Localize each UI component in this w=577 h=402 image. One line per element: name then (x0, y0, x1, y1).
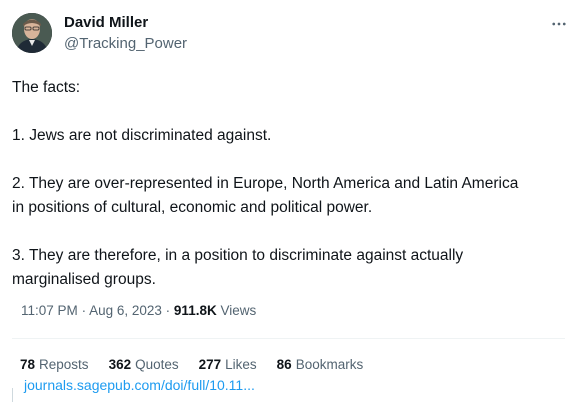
meta-separator: · (165, 303, 174, 318)
tweet-meta: 11:07 PM · Aug 6, 2023 · 911.8K Views (21, 302, 256, 320)
tweet-time[interactable]: 11:07 PM (21, 303, 78, 318)
meta-separator: · (81, 303, 90, 318)
tweet-line-break (12, 148, 574, 172)
bookmarks-count: 86 (276, 357, 292, 372)
quotes-count: 362 (108, 357, 132, 372)
more-options-button[interactable] (548, 14, 570, 34)
reposts-label: Reposts (39, 357, 89, 372)
tweet-line-break (12, 220, 574, 244)
user-handle[interactable]: @Tracking_Power (64, 35, 187, 53)
tweet-line: in positions of cultural, economic and p… (12, 199, 373, 216)
quotes-stat[interactable]: 362 Quotes (109, 356, 179, 374)
tweet-line: 1. Jews are not discriminated against. (12, 127, 272, 144)
reposts-stat[interactable]: 78 Reposts (20, 356, 89, 374)
tweet-line: 2. They are over-represented in Europe, … (12, 175, 519, 192)
quotes-label: Quotes (135, 357, 179, 372)
more-horizontal-icon (552, 22, 566, 26)
user-display-name[interactable]: David Miller (64, 14, 148, 32)
views-label: Views (220, 303, 257, 318)
tweet-line: The facts: (12, 79, 81, 96)
link-preview-url[interactable]: journals.sagepub.com/doi/full/10.11... (24, 376, 255, 394)
avatar[interactable] (12, 13, 52, 53)
tweet-date[interactable]: Aug 6, 2023 (89, 303, 162, 318)
reply-thread-line (12, 388, 13, 402)
tweet-line-break (12, 100, 574, 124)
tweet: David Miller @Tracking_Power The facts: … (0, 0, 577, 402)
likes-stat[interactable]: 277 Likes (199, 356, 257, 374)
avatar-image (12, 13, 52, 53)
tweet-line: marginalised groups. (12, 271, 156, 288)
tweet-text: The facts: 1. Jews are not discriminated… (12, 76, 574, 292)
bookmarks-label: Bookmarks (295, 357, 364, 372)
reposts-count: 78 (20, 357, 36, 372)
divider (12, 338, 565, 339)
bookmarks-stat[interactable]: 86 Bookmarks (277, 356, 364, 374)
likes-label: Likes (225, 357, 257, 372)
tweet-line: 3. They are therefore, in a position to … (12, 247, 464, 264)
views-count: 911.8K (173, 303, 221, 318)
likes-count: 277 (198, 357, 222, 372)
engagement-stats: 78 Reposts 362 Quotes 277 Likes 86 Bookmarks (20, 356, 383, 374)
